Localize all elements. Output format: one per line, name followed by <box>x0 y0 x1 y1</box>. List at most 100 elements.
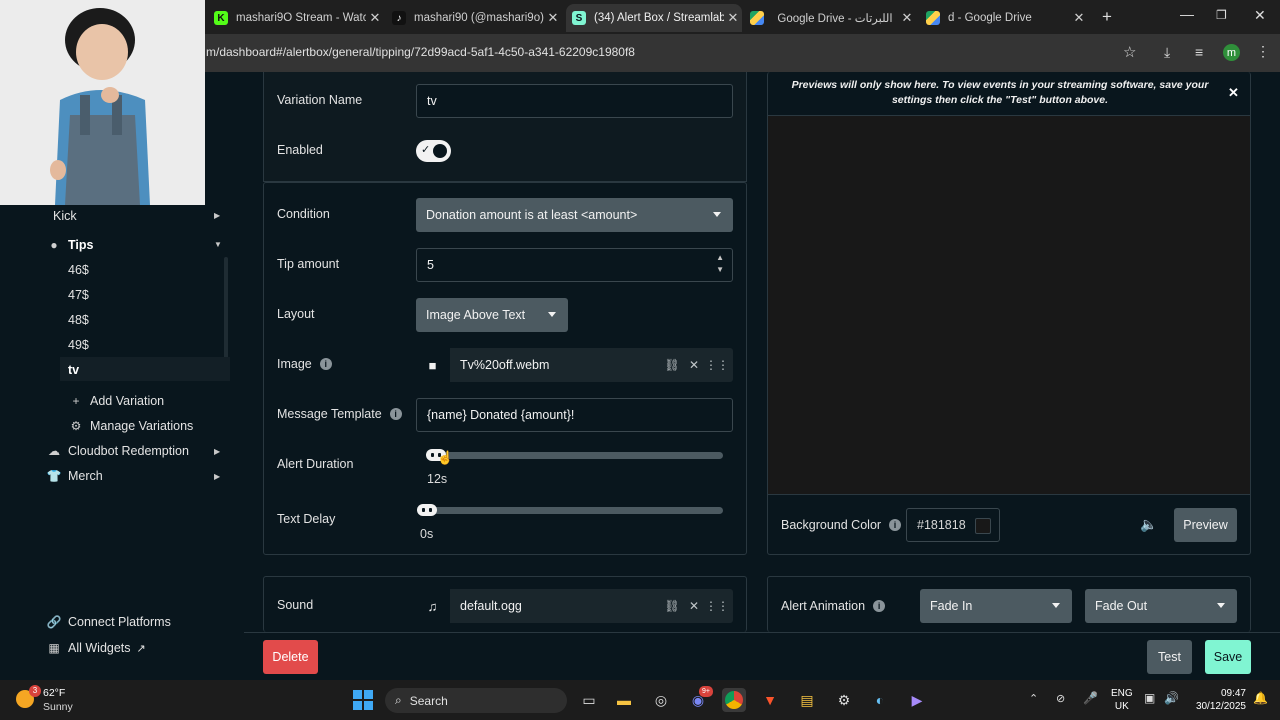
manage-variations-button[interactable]: ⚙ Manage Variations <box>68 419 194 433</box>
background-color-input[interactable]: #181818 <box>906 508 1000 542</box>
steelseries-icon[interactable]: ⚙ <box>832 688 856 712</box>
browser-tab-streamlabs[interactable]: S (34) Alert Box / Streamlabs ✕ <box>566 4 742 32</box>
speaker-icon[interactable]: 🔈 <box>1140 516 1157 533</box>
animation-in-select[interactable]: Fade In <box>920 589 1072 623</box>
browser-tab-drive-2[interactable]: d - Google Drive ✕ <box>926 4 1088 32</box>
info-icon[interactable]: i <box>389 408 402 420</box>
network-icon[interactable]: ▣ <box>1144 691 1155 705</box>
media-library-icon[interactable]: ⋮⋮ <box>705 599 729 613</box>
text-delay-slider-handle[interactable] <box>417 504 437 516</box>
tiktok-icon: ♪ <box>392 11 406 25</box>
image-file-name: Tv%20off.webm <box>460 358 550 372</box>
windows-start-icon[interactable] <box>351 688 375 712</box>
browser-tab-kick[interactable]: K mashari9O Stream - Watch ✕ <box>214 4 384 32</box>
image-label-text: Image <box>277 357 312 371</box>
info-icon[interactable]: i <box>873 600 886 612</box>
close-icon[interactable]: ✕ <box>366 10 384 26</box>
delete-button[interactable]: Delete <box>263 640 318 674</box>
save-button[interactable]: Save <box>1205 640 1251 674</box>
link-icon[interactable]: ⛓ <box>661 599 683 613</box>
kick-icon: K <box>214 11 228 25</box>
layout-select-value: Image Above Text <box>426 308 526 322</box>
close-icon[interactable]: ✕ <box>1070 10 1088 26</box>
clock-date: 30/12/2025 <box>1195 701 1246 712</box>
bookmark-star-icon[interactable]: ☆ <box>1123 43 1136 61</box>
alert-duration-slider[interactable] <box>428 452 723 459</box>
volume-icon[interactable]: 🔊 <box>1164 691 1179 705</box>
connect-platforms-label: Connect Platforms <box>68 615 171 629</box>
connect-platforms-link[interactable]: 🔗 Connect Platforms <box>46 615 171 629</box>
close-icon[interactable]: ✕ <box>724 10 742 26</box>
info-icon[interactable]: i <box>319 358 332 370</box>
message-template-input[interactable]: {name} Donated {amount}! <box>416 398 733 432</box>
search-icon: ⌕ <box>395 693 402 707</box>
weather-temp[interactable]: 62°F <box>43 687 65 699</box>
media-control-icon[interactable]: ≡ <box>1195 44 1203 60</box>
link-icon: 🔗 <box>46 615 62 629</box>
number-stepper-icon[interactable]: ▲ ▼ <box>716 252 724 276</box>
media-library-icon[interactable]: ⋮⋮ <box>705 358 729 372</box>
variation-item[interactable]: 49$ <box>68 338 89 352</box>
close-icon[interactable]: ✕ <box>544 10 562 26</box>
microphone-icon[interactable]: 🎤 <box>1083 691 1098 705</box>
enabled-label: Enabled <box>277 143 323 157</box>
app-icon[interactable]: ▤ <box>795 688 819 712</box>
preview-button[interactable]: Preview <box>1174 508 1237 542</box>
test-button[interactable]: Test <box>1147 640 1192 674</box>
avatar-figure-image <box>0 0 205 205</box>
animation-out-select[interactable]: Fade Out <box>1085 589 1237 623</box>
sidebar-item-label: Cloudbot Redemption <box>68 444 189 458</box>
restore-icon[interactable]: ❐ <box>1216 8 1227 22</box>
chrome-icon[interactable] <box>722 688 746 712</box>
link-icon[interactable]: ⛓ <box>661 358 683 372</box>
info-icon[interactable]: i <box>889 519 902 531</box>
steam-icon[interactable]: ◐ <box>868 688 892 712</box>
media-player-icon[interactable]: ▶ <box>905 688 929 712</box>
color-swatch[interactable] <box>975 518 991 534</box>
image-file-picker[interactable]: ■ Tv%20off.webm ⛓ ✕ ⋮⋮ <box>416 348 733 382</box>
condition-select[interactable]: Donation amount is at least <amount> <box>416 198 733 232</box>
layout-select[interactable]: Image Above Text <box>416 298 568 332</box>
file-explorer-icon[interactable]: ▬ <box>612 688 636 712</box>
app-icon[interactable]: ◎ <box>649 688 673 712</box>
google-drive-icon <box>750 11 764 25</box>
chrome-menu-icon[interactable]: ⋮ <box>1256 43 1270 60</box>
variation-item[interactable]: 48$ <box>68 313 89 327</box>
variation-item-active[interactable]: tv <box>68 363 79 377</box>
tray-icon[interactable]: ⊘ <box>1056 692 1065 705</box>
profile-avatar[interactable]: m <box>1223 44 1240 61</box>
download-icon[interactable]: ⤓ <box>1164 44 1170 61</box>
notification-bell-icon[interactable]: 🔔 <box>1253 691 1268 705</box>
clock[interactable]: 09:47 30/12/2025 <box>1190 687 1246 713</box>
brave-icon[interactable]: ▼ <box>758 688 782 712</box>
variation-item[interactable]: 47$ <box>68 288 89 302</box>
new-tab-icon[interactable]: + <box>1102 7 1112 27</box>
tip-amount-input[interactable]: 5 ▲ ▼ <box>416 248 733 282</box>
sound-file-picker[interactable]: ♫ default.ogg ⛓ ✕ ⋮⋮ <box>416 589 733 623</box>
close-notice-icon[interactable]: ✕ <box>1228 85 1239 101</box>
caret-down-icon <box>1217 603 1225 608</box>
enabled-toggle[interactable]: ✓ <box>416 140 451 162</box>
clear-icon[interactable]: ✕ <box>683 358 705 372</box>
window-close-icon[interactable]: ✕ <box>1254 7 1266 24</box>
close-icon[interactable]: ✕ <box>898 10 916 26</box>
add-variation-button[interactable]: + Add Variation <box>68 394 164 408</box>
sidebar-item-merch[interactable]: 👕 Merch <box>46 469 103 483</box>
clear-icon[interactable]: ✕ <box>683 599 705 613</box>
sidebar-item-kick[interactable]: Kick <box>53 209 77 223</box>
all-widgets-link[interactable]: ▦ All Widgets ↗ <box>46 641 145 655</box>
text-delay-slider[interactable] <box>418 507 723 514</box>
chevron-up-icon[interactable]: ⌃ <box>1029 692 1038 705</box>
url-field[interactable]: m/dashboard#/alertbox/general/tipping/72… <box>206 45 635 59</box>
taskbar-search[interactable]: ⌕ Search <box>385 688 567 713</box>
variation-name-input[interactable]: tv <box>416 84 733 118</box>
sidebar-item-cloudbot[interactable]: ☁ Cloudbot Redemption <box>46 444 189 458</box>
tab-label: (34) Alert Box / Streamlabs <box>594 12 724 24</box>
minimize-icon[interactable]: — <box>1180 6 1194 22</box>
language-indicator[interactable]: ENG UK <box>1111 687 1133 713</box>
browser-tab-tiktok[interactable]: ♪ mashari90 (@mashari9o) | ✕ <box>392 4 562 32</box>
sidebar-item-tips[interactable]: ● Tips <box>46 238 93 252</box>
variation-item[interactable]: 46$ <box>68 263 89 277</box>
browser-tab-drive-1[interactable]: Google Drive - اللبرتات ✕ <box>750 4 916 32</box>
task-view-icon[interactable]: ▭ <box>577 688 601 712</box>
